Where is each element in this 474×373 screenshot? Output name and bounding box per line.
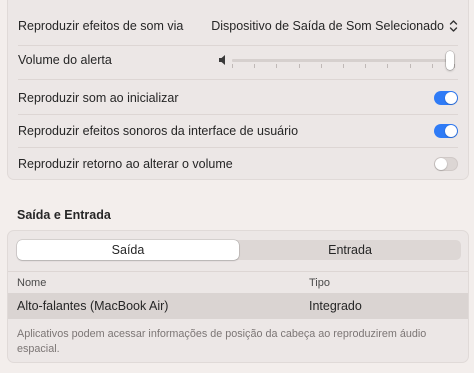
- slider-track: [232, 59, 454, 62]
- toggle-knob: [435, 158, 447, 170]
- device-type: Integrado: [309, 299, 362, 313]
- volume-feedback-row: Reproduzir retorno ao alterar o volume: [18, 147, 458, 181]
- startup-sound-row: Reproduzir som ao inicializar: [18, 81, 458, 115]
- column-header-name[interactable]: Nome: [17, 277, 46, 289]
- chevron-up-down-icon: [449, 20, 458, 32]
- slider-tick: [365, 64, 367, 68]
- slider-tick: [387, 64, 389, 68]
- output-input-panel: Saída Entrada Nome Tipo Alto-falantes (M…: [7, 230, 469, 363]
- column-header-type[interactable]: Tipo: [309, 277, 330, 289]
- alert-volume-slider[interactable]: [218, 50, 458, 70]
- slider-tick: [343, 64, 344, 68]
- output-input-segmented-control: Saída Entrada: [17, 240, 461, 260]
- play-via-popup[interactable]: Dispositivo de Saída de Som Selecionado: [211, 19, 458, 33]
- ui-sounds-label: Reproduzir efeitos sonoros da interface …: [18, 124, 299, 138]
- startup-sound-label: Reproduzir som ao inicializar: [18, 91, 179, 105]
- section-title: Saída e Entrada: [17, 208, 111, 222]
- spatial-audio-note: Aplicativos podem acessar informações de…: [17, 328, 427, 355]
- toggle-knob: [445, 125, 457, 137]
- alert-volume-row: Volume do alerta: [18, 43, 458, 77]
- slider-tick: [409, 64, 411, 68]
- speaker-low-icon: [219, 55, 225, 65]
- slider-tick: [276, 64, 278, 68]
- slider-knob[interactable]: [445, 51, 454, 70]
- slider-fill: [232, 59, 450, 62]
- startup-sound-toggle[interactable]: [434, 91, 458, 105]
- slider-tick: [298, 64, 300, 68]
- ui-sounds-toggle[interactable]: [434, 124, 458, 138]
- slider-tick: [454, 64, 455, 68]
- sound-effects-panel: Reproduzir efeitos de som via Dispositiv…: [7, 0, 469, 180]
- table-row[interactable]: Alto-falantes (MacBook Air) Integrado: [8, 293, 468, 319]
- volume-feedback-toggle[interactable]: [434, 157, 458, 171]
- slider-tick: [431, 64, 433, 68]
- play-via-row: Reproduzir efeitos de som via Dispositiv…: [18, 9, 458, 43]
- slider-tick: [320, 64, 322, 68]
- toggle-knob: [445, 92, 457, 104]
- tab-output[interactable]: Saída: [17, 240, 239, 260]
- ui-sounds-row: Reproduzir efeitos sonoros da interface …: [18, 114, 458, 148]
- slider-tick: [254, 64, 256, 68]
- play-via-label: Reproduzir efeitos de som via: [18, 19, 184, 33]
- slider-tick: [232, 64, 233, 68]
- device-name: Alto-falantes (MacBook Air): [17, 299, 169, 313]
- divider: [18, 79, 458, 80]
- tab-input[interactable]: Entrada: [239, 240, 461, 260]
- table-header: Nome Tipo: [8, 271, 468, 293]
- volume-feedback-label: Reproduzir retorno ao alterar o volume: [18, 157, 233, 171]
- alert-volume-label: Volume do alerta: [18, 53, 112, 67]
- play-via-value: Dispositivo de Saída de Som Selecionado: [211, 19, 444, 33]
